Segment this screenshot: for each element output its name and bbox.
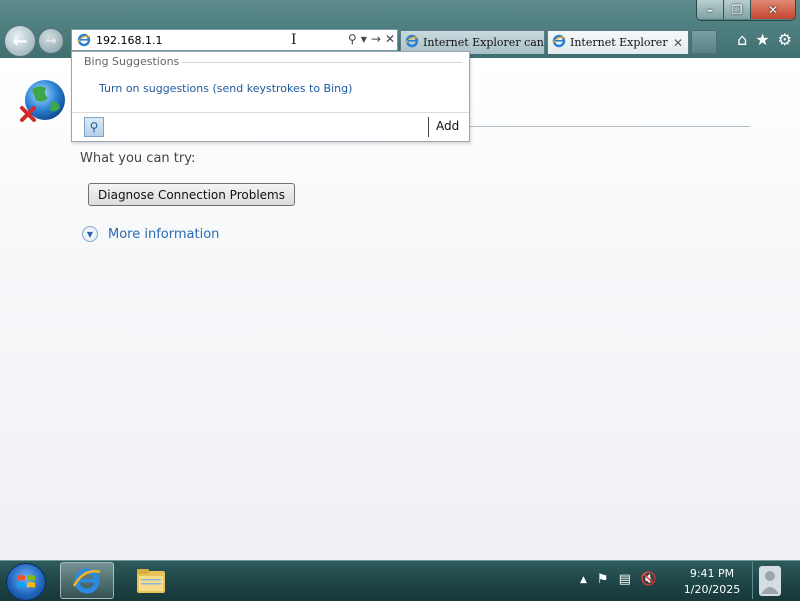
suggestions-footer: ⚲ Add — [72, 112, 469, 141]
home-icon[interactable]: ⌂ — [737, 30, 747, 49]
clock-time: 9:41 PM — [689, 567, 735, 580]
close-tab-icon[interactable]: ✕ — [671, 36, 685, 50]
more-information-link[interactable]: ▼ More information — [82, 226, 219, 242]
address-suggestions-dropdown: Bing Suggestions Turn on suggestions (se… — [71, 51, 470, 142]
user-avatar[interactable] — [752, 562, 787, 599]
tab-2-active[interactable]: Internet Explorer ... ✕ — [547, 30, 689, 54]
back-arrow-icon: ← — [12, 30, 28, 52]
diagnose-connection-problems-button[interactable]: Diagnose Connection Problems — [88, 183, 295, 206]
forward-button[interactable]: → — [38, 28, 64, 54]
expand-chevron-icon[interactable]: ▼ — [82, 226, 98, 242]
network-icon[interactable]: ▤ — [619, 572, 631, 587]
new-tab-button[interactable] — [691, 30, 717, 54]
address-tools: ⚲ ▼ → ✕ — [348, 32, 395, 46]
chevron-down-icon[interactable]: ▼ — [361, 35, 367, 44]
windows-logo-icon — [17, 575, 35, 588]
start-button[interactable] — [6, 563, 46, 601]
command-icons: ⌂ ★ ⚙ — [737, 30, 792, 49]
clock[interactable]: 9:41 PM 1/20/2025 — [680, 566, 744, 598]
minimize-button[interactable]: – — [697, 0, 724, 19]
address-input[interactable] — [92, 31, 296, 49]
suggestions-header: Bing Suggestions — [84, 55, 180, 68]
go-arrow-icon[interactable]: → — [371, 32, 381, 46]
clock-date: 1/20/2025 — [683, 583, 741, 596]
window-caption-buttons: – ❐ ✕ — [696, 0, 796, 21]
add-provider-button[interactable]: Add — [436, 119, 459, 133]
taskbar-file-explorer[interactable] — [124, 562, 178, 599]
forward-arrow-icon: → — [45, 33, 57, 49]
divider-line — [470, 126, 750, 127]
globe-error-icon — [20, 80, 65, 122]
what-you-can-try-label: What you can try: — [80, 151, 196, 166]
stop-icon[interactable]: ✕ — [385, 32, 395, 46]
footer-separator — [428, 117, 429, 137]
close-window-button[interactable]: ✕ — [751, 0, 795, 19]
turn-on-suggestions-link[interactable]: Turn on suggestions (send keystrokes to … — [99, 82, 352, 95]
volume-muted-icon[interactable]: 🔇 — [641, 572, 657, 587]
address-bar[interactable]: I ⚲ ▼ → ✕ — [71, 29, 398, 51]
taskbar-internet-explorer[interactable] — [60, 562, 114, 599]
folder-icon — [137, 568, 165, 593]
search-icon[interactable]: ⚲ — [348, 32, 357, 46]
ie-page-icon — [76, 32, 92, 48]
gear-icon[interactable]: ⚙ — [778, 30, 792, 49]
taskbar: ▲ ⚑ ▤ 🔇 9:41 PM 1/20/2025 — [0, 560, 800, 601]
text-cursor-icon: I — [291, 32, 297, 48]
favorites-star-icon[interactable]: ★ — [755, 30, 769, 49]
search-provider-icon[interactable]: ⚲ — [84, 117, 104, 137]
ie-tab-icon — [405, 34, 419, 51]
ie-tab-icon — [552, 34, 566, 51]
action-center-flag-icon[interactable]: ⚑ — [597, 572, 609, 587]
restore-button[interactable]: ❐ — [724, 0, 751, 19]
user-icon — [759, 565, 781, 596]
more-information-label[interactable]: More information — [108, 227, 219, 242]
tab-label: Internet Explorer ... — [570, 36, 671, 49]
suggestions-rule — [182, 62, 462, 63]
tab-label: Internet Explorer can... — [423, 36, 544, 49]
system-tray: ▲ ⚑ ▤ 🔇 — [580, 572, 657, 587]
show-hidden-icons-icon[interactable]: ▲ — [580, 575, 587, 585]
browser-chrome: – ❐ ✕ ← → I ⚲ ▼ → ✕ Internet Explorer ca… — [0, 0, 800, 58]
back-button[interactable]: ← — [4, 25, 36, 57]
internet-explorer-icon — [72, 568, 101, 593]
